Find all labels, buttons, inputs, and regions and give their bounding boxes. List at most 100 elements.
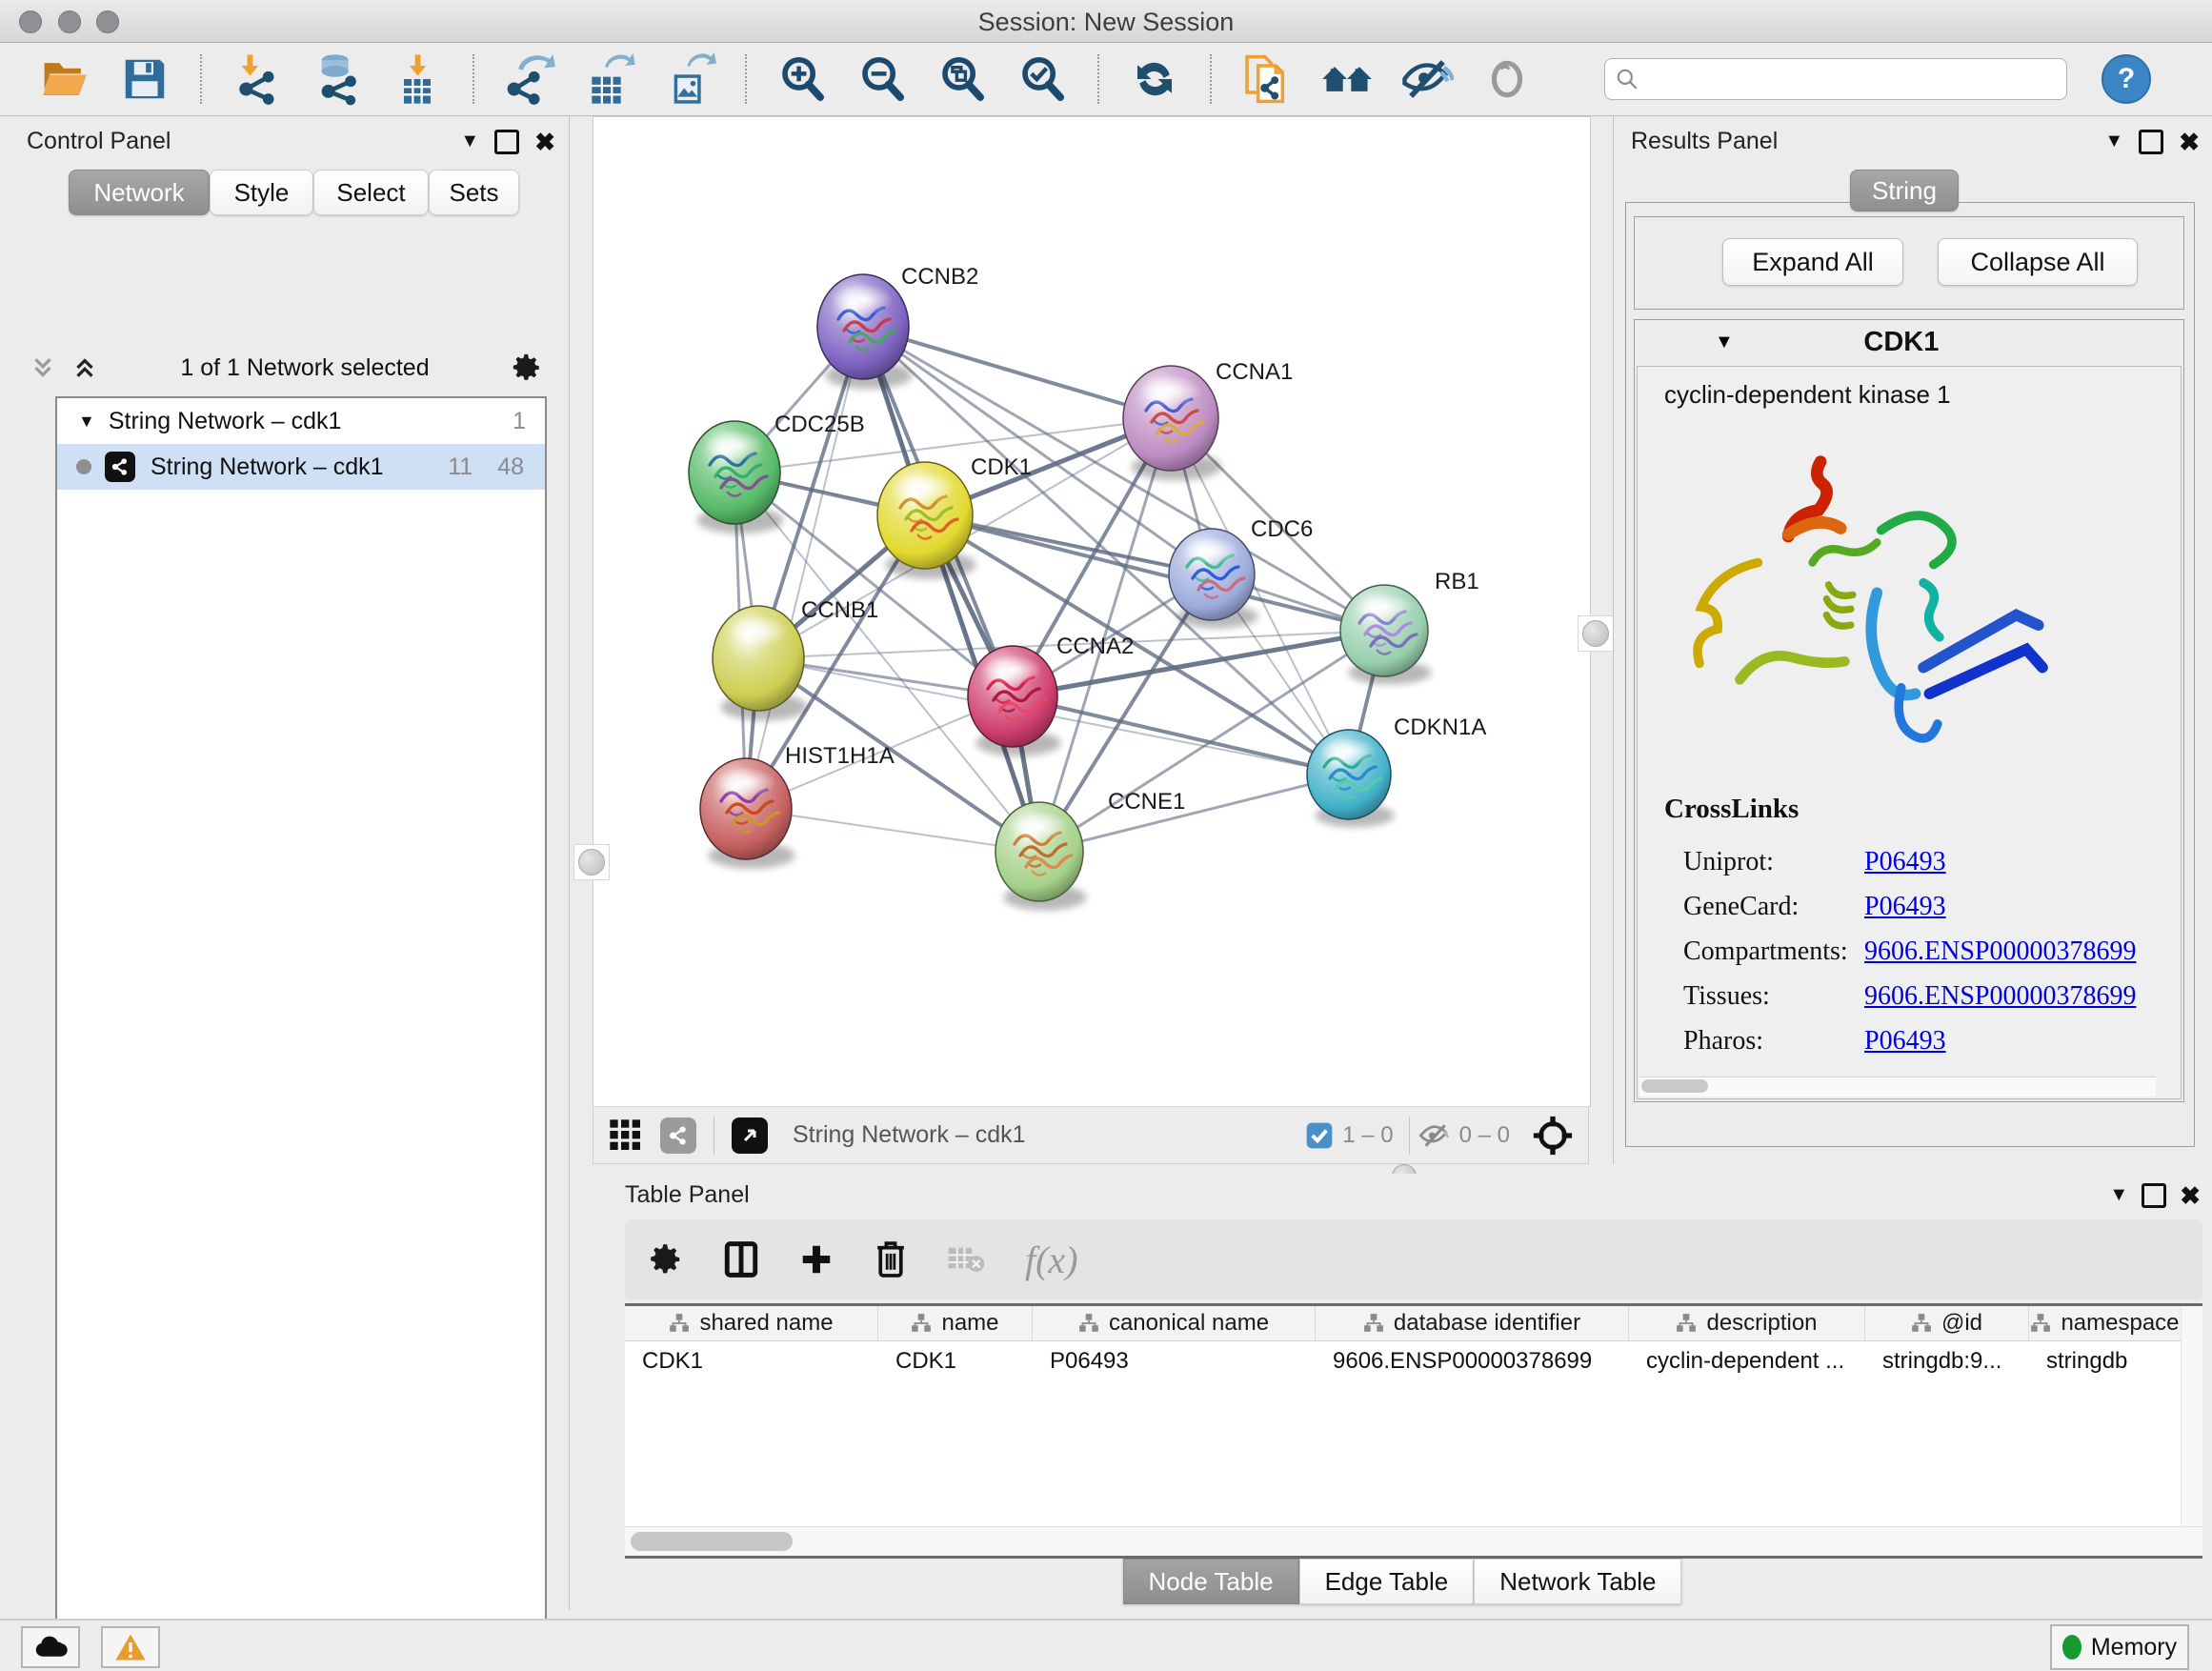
table-vscrollbar[interactable] — [2181, 1306, 2202, 1556]
search-input[interactable] — [1647, 65, 2057, 93]
gear-icon[interactable] — [511, 352, 543, 384]
collapse-all-button[interactable]: Collapse All — [1938, 238, 2138, 286]
function-builder-button[interactable]: f(x) — [1025, 1238, 1078, 1282]
export-image-button[interactable] — [663, 52, 716, 106]
zoom-in-button[interactable] — [775, 52, 829, 106]
network-node-rb1[interactable] — [1340, 585, 1432, 684]
import-table-file-button[interactable] — [391, 52, 444, 106]
tab-sets[interactable]: Sets — [429, 170, 519, 215]
panel-close-icon[interactable]: ✖ — [2180, 1186, 2201, 1205]
panel-float-icon[interactable] — [494, 130, 519, 154]
table-hscrollbar-thumb[interactable] — [631, 1532, 793, 1551]
crosslink-link[interactable]: 9606.ENSP00000378699 — [1864, 981, 2136, 1012]
tab-network-table[interactable]: Network Table — [1474, 1559, 1681, 1604]
network-node-ccne1[interactable] — [995, 802, 1087, 911]
crosslink-link[interactable]: 9606.ENSP00000378699 — [1864, 936, 2136, 967]
panel-collapse-icon[interactable]: ▼ — [2109, 1184, 2128, 1206]
table-cell[interactable]: stringdb:9... — [1865, 1341, 2029, 1381]
zoom-out-button[interactable] — [855, 52, 909, 106]
zoom-selected-button[interactable] — [1016, 52, 1069, 106]
collection-expand-icon[interactable]: ▼ — [78, 412, 95, 432]
show-hidden-button[interactable] — [1480, 52, 1534, 106]
table-cell[interactable]: CDK1 — [625, 1341, 878, 1381]
tab-style[interactable]: Style — [210, 170, 313, 215]
delete-table-button[interactable] — [947, 1243, 985, 1276]
export-network-button[interactable] — [503, 52, 556, 106]
hide-selected-button[interactable] — [1400, 52, 1454, 106]
table-hscrollbar[interactable] — [625, 1526, 2202, 1556]
node-table[interactable]: shared namenamecanonical namedatabase id… — [625, 1303, 2202, 1559]
panel-collapse-icon[interactable]: ▼ — [2104, 131, 2123, 152]
column-header-id[interactable]: @id — [1865, 1306, 2029, 1340]
network-node-ccna2[interactable] — [968, 646, 1061, 756]
network-node-ccna1[interactable] — [1123, 366, 1222, 480]
crosslink-link[interactable]: P06493 — [1864, 892, 1946, 922]
network-canvas[interactable]: CCNB2CCNA1CDC25BCDK1CDC6RB1CCNB1CCNA2CDK… — [593, 117, 1590, 1106]
clone-network-button[interactable] — [1240, 52, 1294, 106]
collapse-all-chevron-icon[interactable] — [29, 353, 57, 382]
column-header-namespace[interactable]: namespace — [2029, 1306, 2182, 1340]
export-table-button[interactable] — [583, 52, 636, 106]
birds-eye-view-icon[interactable] — [732, 1117, 768, 1154]
panel-collapse-icon[interactable]: ▼ — [460, 131, 479, 152]
add-column-button[interactable] — [798, 1241, 835, 1278]
network-node-cdc6[interactable] — [1169, 529, 1258, 628]
open-session-button[interactable] — [38, 52, 91, 106]
panel-close-icon[interactable]: ✖ — [2179, 132, 2200, 151]
memory-button[interactable]: Memory — [2050, 1624, 2189, 1670]
import-network-database-button[interactable] — [311, 52, 364, 106]
left-splitter-knob[interactable] — [578, 849, 605, 876]
show-all-views-button[interactable] — [1320, 52, 1374, 106]
show-columns-button[interactable] — [724, 1240, 758, 1278]
network-share-icon[interactable] — [660, 1117, 696, 1154]
column-header-databaseidentifier[interactable]: database identifier — [1316, 1306, 1629, 1340]
network-node-ccnb2[interactable] — [817, 274, 913, 389]
gene-section-header[interactable]: ▼ CDK1 — [1635, 320, 2183, 364]
section-collapse-icon[interactable]: ▼ — [1715, 332, 1734, 353]
hidden-eye-icon[interactable] — [1418, 1120, 1452, 1151]
crosslink-link[interactable]: P06493 — [1864, 1026, 1946, 1057]
toolbar-search[interactable] — [1604, 58, 2067, 100]
table-cell[interactable]: 9606.ENSP00000378699 — [1316, 1341, 1629, 1381]
network-node-cdc25b[interactable] — [689, 421, 784, 534]
table-cell[interactable]: P06493 — [1033, 1341, 1316, 1381]
panel-float-icon[interactable] — [2139, 130, 2163, 154]
network-node-hist1h1a[interactable] — [700, 758, 795, 869]
table-cell[interactable]: CDK1 — [878, 1341, 1033, 1381]
crosslink-link[interactable]: P06493 — [1864, 847, 1946, 877]
table-settings-button[interactable] — [648, 1241, 684, 1278]
help-button[interactable]: ? — [2101, 54, 2151, 104]
import-network-file-button[interactable] — [231, 52, 284, 106]
panel-float-icon[interactable] — [2142, 1183, 2166, 1208]
cloud-button[interactable] — [21, 1626, 80, 1668]
selected-checkbox-icon[interactable] — [1304, 1120, 1335, 1151]
apply-layout-button[interactable] — [1128, 52, 1181, 106]
tab-node-table[interactable]: Node Table — [1123, 1559, 1299, 1604]
crosshair-icon[interactable] — [1531, 1114, 1575, 1158]
delete-column-button[interactable] — [875, 1240, 907, 1278]
zoom-fit-button[interactable] — [935, 52, 989, 106]
column-header-name[interactable]: name — [878, 1306, 1033, 1340]
network-collection-row[interactable]: ▼ String Network – cdk1 1 — [57, 398, 545, 444]
results-hscrollbar[interactable] — [1639, 1077, 2156, 1097]
tab-string[interactable]: String — [1850, 170, 1959, 211]
tab-select[interactable]: Select — [313, 170, 429, 215]
grid-view-icon[interactable] — [607, 1117, 645, 1155]
tab-network[interactable]: Network — [69, 170, 210, 215]
network-node-cdk1[interactable] — [877, 462, 976, 579]
network-node-ccnb1[interactable] — [713, 606, 808, 720]
expand-all-button[interactable]: Expand All — [1722, 238, 1903, 286]
table-cell[interactable]: cyclin-dependent ... — [1629, 1341, 1865, 1381]
save-session-button[interactable] — [118, 52, 171, 106]
tab-edge-table[interactable]: Edge Table — [1299, 1559, 1475, 1604]
results-hscrollbar-thumb[interactable] — [1641, 1079, 1708, 1093]
column-header-sharedname[interactable]: shared name — [625, 1306, 878, 1340]
expand-all-chevron-icon[interactable] — [70, 353, 99, 382]
right-splitter-knob[interactable] — [1582, 620, 1609, 647]
column-header-canonicalname[interactable]: canonical name — [1033, 1306, 1316, 1340]
network-node-cdkn1a[interactable] — [1307, 730, 1395, 827]
network-view[interactable]: CCNB2CCNA1CDC25BCDK1CDC6RB1CCNB1CCNA2CDK… — [593, 116, 1591, 1107]
panel-close-icon[interactable]: ✖ — [534, 132, 555, 151]
table-row[interactable]: CDK1CDK1P064939606.ENSP00000378699cyclin… — [625, 1341, 2202, 1381]
column-header-description[interactable]: description — [1629, 1306, 1865, 1340]
